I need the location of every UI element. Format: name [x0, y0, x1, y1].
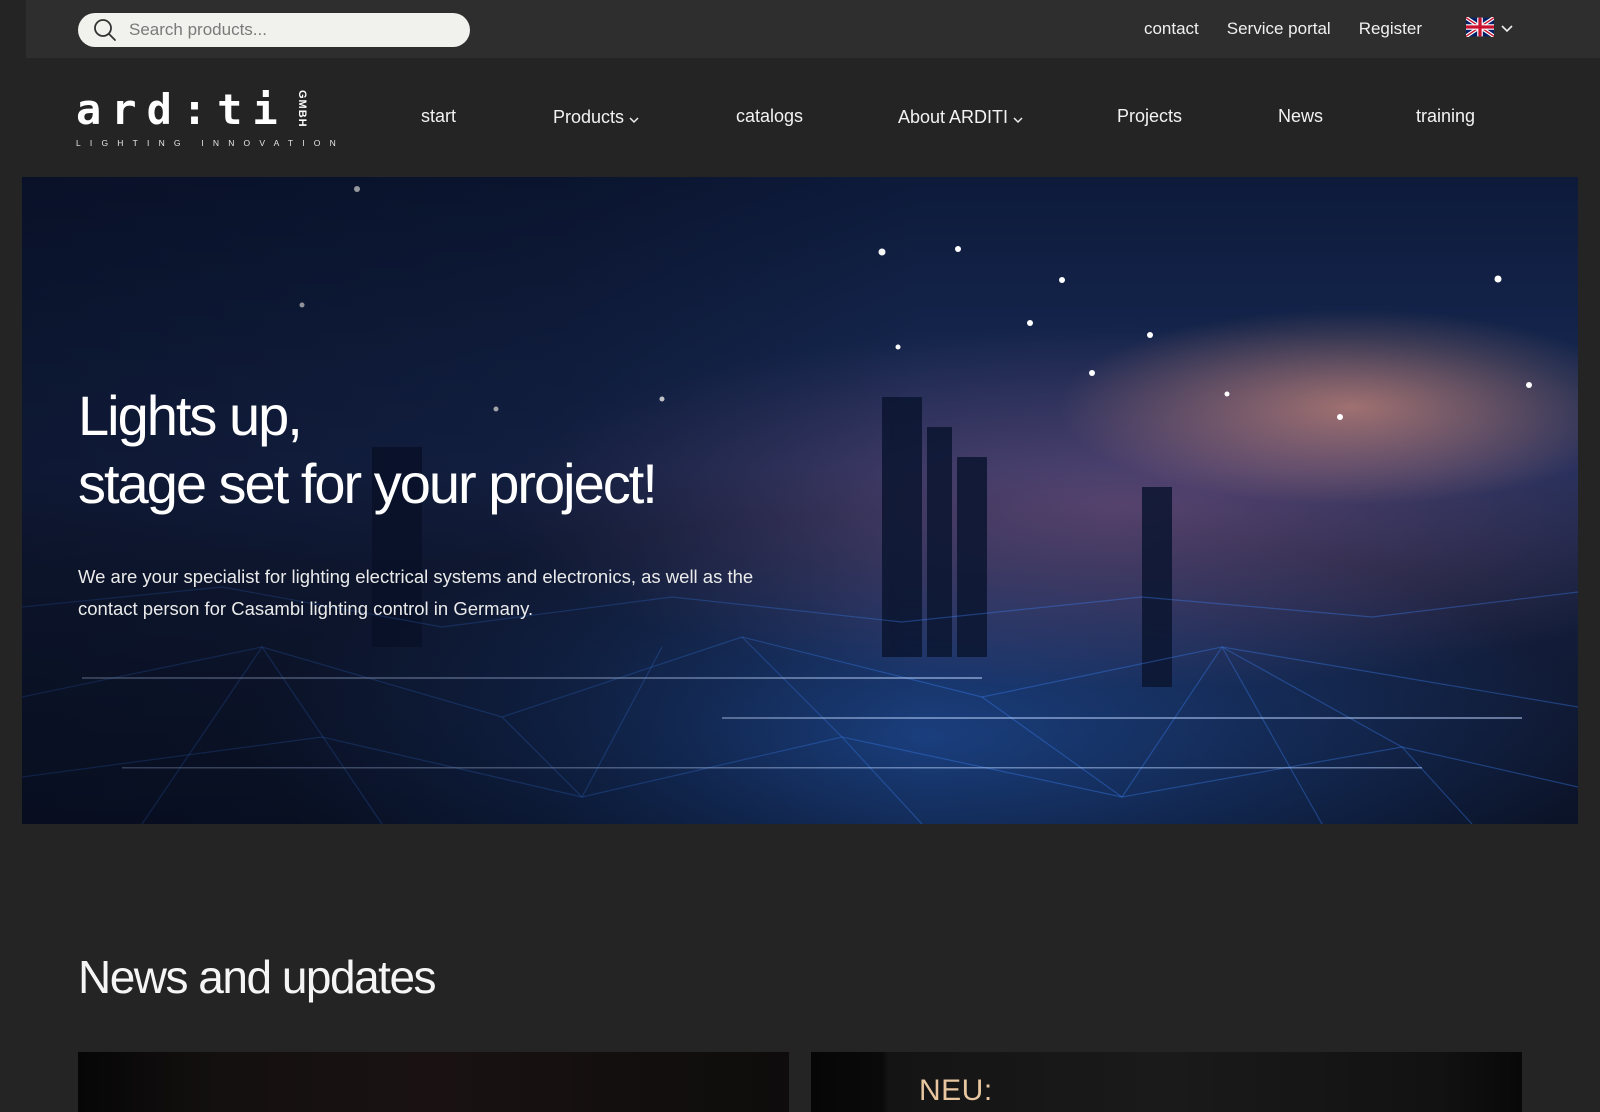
logo-tagline: LIGHTING INNOVATION	[76, 138, 345, 148]
nav-item-news[interactable]: News	[1278, 106, 1323, 127]
news-card[interactable]	[78, 1052, 789, 1112]
top-utility-bar: contact Service portal Register	[26, 0, 1600, 58]
nav-item-label: catalogs	[736, 106, 804, 126]
uk-flag-icon	[1464, 15, 1496, 42]
nav-item-products[interactable]: Products	[553, 106, 639, 129]
nav-item-label: News	[1278, 106, 1324, 126]
arditi-logo[interactable]: ard:ti GMBH LIGHTING INNOVATION	[76, 85, 345, 150]
service-portal-link[interactable]: Service portal	[1227, 19, 1331, 39]
logo-wordmark: ard:ti	[76, 85, 288, 134]
hero-description: We are your specialist for lighting elec…	[78, 566, 754, 619]
contact-link[interactable]: contact	[1144, 19, 1199, 39]
search-bar[interactable]	[78, 13, 470, 47]
hero-heading: Lights up, stage set for your project!	[78, 382, 658, 518]
nav-item-about[interactable]: About ARDITI	[898, 106, 1023, 129]
chevron-down-icon	[629, 108, 639, 129]
main-navigation: ard:ti GMBH LIGHTING INNOVATION start Pr…	[0, 58, 1600, 176]
search-input[interactable]	[129, 20, 449, 40]
utility-links: contact Service portal Register	[1116, 0, 1600, 58]
nav-item-label: start	[421, 106, 457, 126]
hero-banner: Lights up, stage set for your project! W…	[22, 177, 1578, 824]
nav-item-label: About ARDITI	[898, 107, 1009, 127]
hero-heading-line-1: Lights up,	[78, 384, 303, 447]
nav-item-label: Projects	[1117, 106, 1183, 126]
language-selector[interactable]	[1464, 15, 1514, 42]
news-card[interactable]: NEU:	[811, 1052, 1522, 1112]
nav-item-projects[interactable]: Projects	[1117, 106, 1182, 127]
logo-suffix: GMBH	[296, 90, 308, 128]
register-link[interactable]: Register	[1359, 19, 1422, 39]
nav-item-catalogs[interactable]: catalogs	[736, 106, 803, 127]
nav-item-start[interactable]: start	[421, 106, 456, 127]
nav-item-label: training	[1416, 106, 1476, 126]
chevron-down-icon	[1500, 20, 1514, 38]
hero-heading-line-2: stage set for your project!	[78, 452, 658, 515]
nav-item-label: Products	[553, 107, 625, 127]
news-card-label: NEU:	[919, 1074, 993, 1107]
search-icon[interactable]	[93, 18, 117, 42]
news-section-title: News and updates	[78, 951, 437, 1003]
nav-item-training[interactable]: training	[1416, 106, 1475, 127]
chevron-down-icon	[1013, 108, 1023, 129]
